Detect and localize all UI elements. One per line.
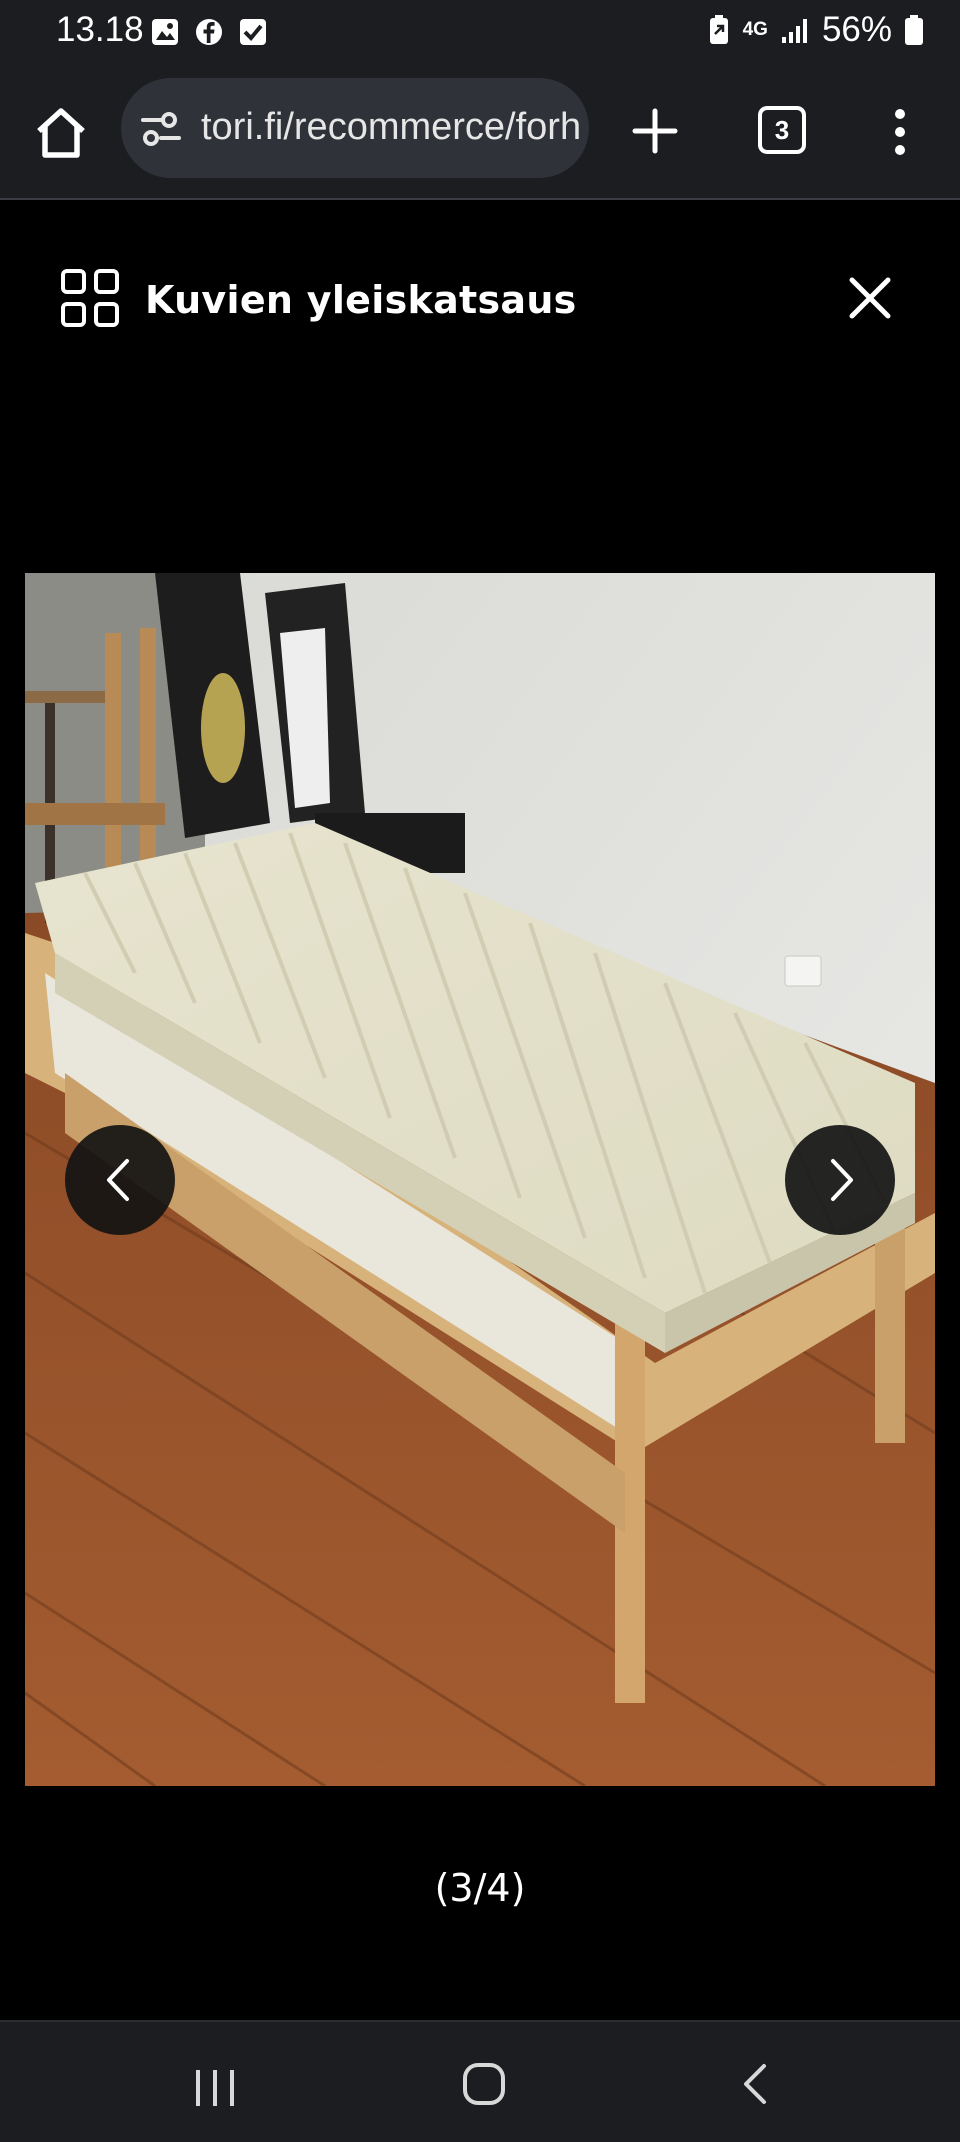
gallery-icon (152, 19, 178, 45)
battery-saver-icon (709, 15, 728, 44)
system-status: 4G 56% (707, 10, 924, 50)
chevron-left-icon (107, 1159, 129, 1201)
tab-switcher-button[interactable]: 3 (758, 106, 806, 154)
checkbox-icon (240, 19, 266, 45)
next-image-button[interactable] (785, 1125, 895, 1235)
recent-apps-icon[interactable] (190, 2068, 240, 2108)
browser-toolbar: tori.fi/recommerce/forhandler/item/ 3 (0, 66, 960, 200)
back-nav-icon[interactable] (736, 2062, 772, 2106)
battery-icon (905, 15, 923, 45)
notification-icons (150, 17, 268, 47)
grid-icon[interactable] (60, 268, 120, 328)
more-menu-button[interactable] (880, 102, 920, 162)
site-settings-icon[interactable] (139, 110, 183, 148)
url-text: tori.fi/recommerce/forhandler/item/ (201, 106, 579, 148)
home-nav-icon[interactable] (462, 2062, 506, 2106)
status-bar: 13.18 4G 56% (0, 0, 960, 66)
more-vert-icon (895, 109, 905, 155)
home-icon (37, 108, 85, 158)
home-button[interactable] (30, 102, 92, 164)
image-overview-header: Kuvien yleiskatsaus (0, 200, 960, 400)
facebook-icon (196, 19, 222, 45)
status-time: 13.18 (56, 10, 144, 49)
network-type: 4G (742, 19, 768, 40)
close-button[interactable] (844, 272, 896, 324)
address-bar[interactable]: tori.fi/recommerce/forhandler/item/ (121, 78, 589, 178)
new-tab-button[interactable] (630, 106, 680, 156)
close-icon (849, 277, 891, 319)
image-counter: (3/4) (434, 1866, 526, 1910)
previous-image-button[interactable] (65, 1125, 175, 1235)
battery-percentage: 56% (821, 10, 892, 49)
signal-icon (781, 19, 807, 43)
system-navigation-bar (0, 2020, 960, 2142)
plus-icon (632, 108, 678, 154)
chevron-right-icon (831, 1159, 853, 1201)
image-overview-title[interactable]: Kuvien yleiskatsaus (145, 278, 577, 322)
